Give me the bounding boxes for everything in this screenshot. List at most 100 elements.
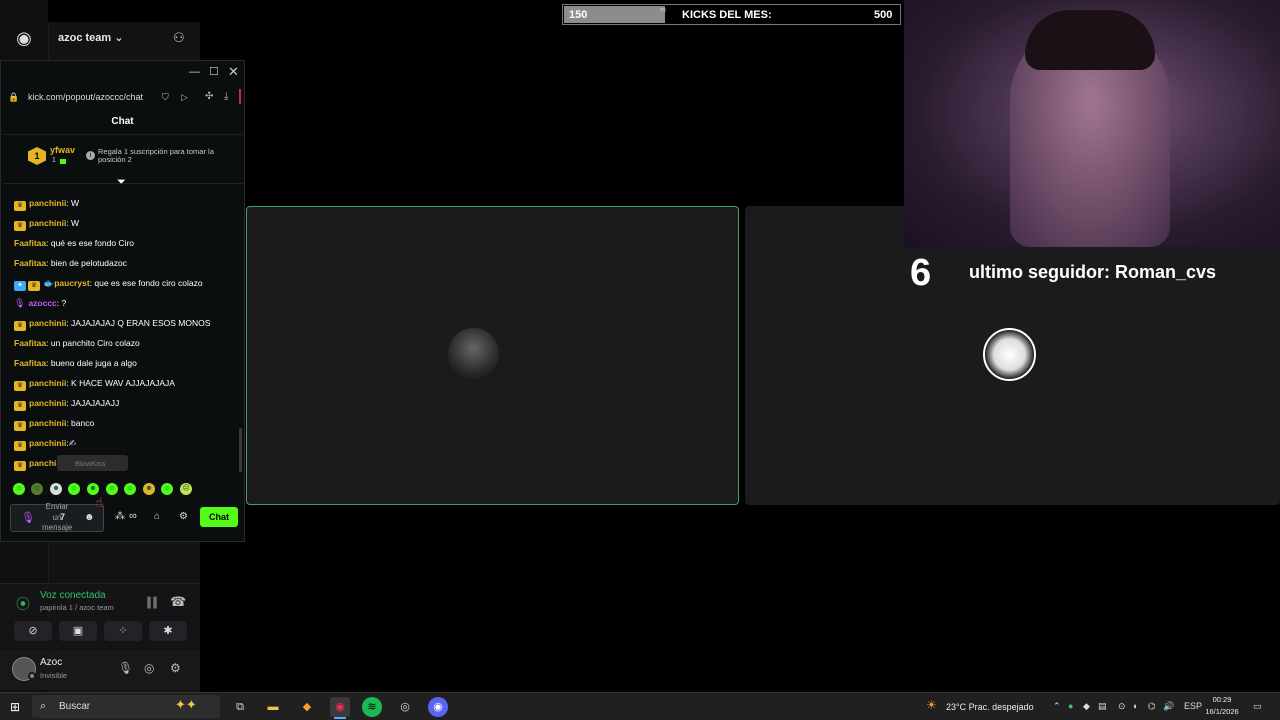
gear-icon[interactable]: ⚙ [179,511,188,522]
chat-username[interactable]: Faafitaa [14,258,46,268]
network-icon[interactable]: ⌬ [1148,701,1156,712]
chat-text: : banco [66,418,95,428]
scrollbar[interactable] [239,428,242,472]
camera-off-button[interactable]: ⊘ [14,621,52,641]
chat-text: : K HACE WAV AJJAJAJAJA [66,378,175,388]
chat-message: Faafitaa: bueno dale juga a algo [14,358,137,368]
tray-app-icon[interactable]: ▤ [1098,701,1107,712]
maximize-icon[interactable]: ☐ [209,65,219,78]
chat-username[interactable]: panchinii [29,418,66,428]
chat-username[interactable]: Faafitaa [14,338,46,348]
language-indicator[interactable]: ESP [1184,701,1202,711]
tray-app-icon[interactable]: ◆ [1083,701,1090,712]
weather-icon[interactable]: ☀ [926,698,937,712]
weather-text[interactable]: 23°C Prac. despejado [946,702,1034,712]
chevron-up-icon[interactable]: ⌃ [1053,701,1061,712]
gear-icon[interactable]: ⚙ [170,661,181,675]
chat-username[interactable]: azoccc [28,298,56,308]
subscriber-badge-icon: ♛ [14,461,26,471]
emote-icon[interactable]: ☺ [13,483,25,495]
chrome-icon[interactable]: ◎ [395,697,415,717]
close-icon[interactable]: ✕ [228,64,239,80]
tray-app-icon[interactable]: ● [1068,701,1073,711]
chat-username[interactable]: panchinii [29,438,66,448]
tray-app-icon[interactable]: ⊙ [1118,701,1126,712]
emote-icon[interactable]: ☺ [68,483,80,495]
chat-text: : JAJAJAJAJ Q ERAN ESOS MONOS [66,318,211,328]
user-status: Invisible [40,671,68,680]
chat-input-placeholder[interactable]: Enviar un mensaje [42,502,72,534]
kicks-current: 150 [569,9,588,21]
chat-message: ♛panchinii: ✍ [14,438,76,451]
emoji-icon[interactable]: ☻ [84,512,95,523]
subscriber-badge-icon: ♛ [14,421,26,431]
emote-icon[interactable]: ◘ [31,483,43,495]
disconnect-icon[interactable]: ☎ [170,594,186,610]
user-name[interactable]: Azoc [40,657,62,668]
add-member-icon[interactable]: ⚇ [173,30,185,46]
notification-icon[interactable]: ▭ [1253,701,1262,712]
microphone-icon[interactable]: 🎙 [21,511,35,524]
extensions-icon[interactable]: ✣ [205,91,213,102]
windows-start-icon[interactable]: ⊞ [10,700,20,714]
chat-message: ♛ panchinii: JAJAJAJAJ Q ERAN ESOS MONOS [14,318,210,331]
search-placeholder[interactable]: Buscar [59,701,90,712]
emote-icon[interactable]: ☻ [50,483,62,495]
store-icon[interactable]: ⌂ [154,511,160,522]
chat-username[interactable]: Faafitaa [14,238,46,248]
chat-username[interactable]: panchinii [29,378,66,388]
emote-icon[interactable]: ☻ [143,483,155,495]
obs-icon[interactable]: ◉ [330,697,350,717]
chat-title: Chat [111,116,134,127]
microphone-icon[interactable]: 🎙 [118,661,133,675]
emote-icon[interactable]: ☺ [106,483,118,495]
play-icon[interactable]: ▷ [181,92,188,103]
chat-username[interactable]: panchinii [29,398,66,408]
send-chat-button[interactable]: Chat [200,507,238,527]
chat-message: Faafitaa: qué es ese fondo Ciro [14,238,134,248]
soundboard-button[interactable]: ✱ [149,621,187,641]
chat-username[interactable]: panchinii [29,218,66,228]
discord-icon[interactable]: ◉ [428,697,448,717]
volume-icon[interactable]: 🔊 [1163,701,1174,712]
signal-icon[interactable]: ⦿ [16,594,30,614]
screen-share-button[interactable]: ▣ [59,621,97,641]
minimize-icon[interactable]: — [189,66,200,78]
chat-username[interactable]: panchinii [29,318,66,328]
voice-channel[interactable]: papirola 1 / azoc team [40,603,114,612]
server-name[interactable]: azoc team ⌄ [58,31,123,44]
discord-icon[interactable]: ◉ [12,26,36,50]
noise-suppression-icon[interactable]: ∥∥ [146,595,158,609]
info-icon[interactable]: i [86,151,95,160]
active-indicator [334,717,346,719]
lock-icon[interactable]: 🔒 [8,92,19,103]
points-icon[interactable]: ⁂ [115,511,125,522]
activities-button[interactable]: ⁘ [104,621,142,641]
emote-icon[interactable]: ☺ [124,483,136,495]
subscriber-badge-icon: ♛ [28,281,40,291]
chat-username[interactable]: Faafitaa [14,358,46,368]
status-badge [28,672,36,680]
emote-icon[interactable]: ☺ [161,483,173,495]
clock-date[interactable]: 16/1/2026 [1202,707,1242,716]
address-bar[interactable]: kick.com/popout/azoccc/chat [28,92,143,102]
tray-app-icon[interactable]: ◐ [1133,701,1138,711]
7tv-icon[interactable]: 7 [60,512,65,522]
file-explorer-icon[interactable]: ▬ [263,697,283,717]
infinity-icon[interactable]: ∞ [129,510,137,522]
headphones-icon[interactable]: ◎ [144,661,154,675]
chevron-down-icon[interactable]: ⏷ [117,176,126,189]
spotify-icon[interactable]: ≋ [362,697,382,717]
chat-text: : qué es ese fondo Ciro [46,238,135,248]
fl-studio-icon[interactable]: ◆ [297,697,317,717]
clock-time[interactable]: 00:29 [1207,695,1237,704]
shield-icon[interactable]: ⛉ [162,92,169,103]
emote-icon[interactable]: ☹ [180,483,192,495]
task-view-icon[interactable]: ⧉ [230,697,250,717]
leaderboard-user[interactable]: yfwav [50,145,75,155]
chat-text: : bueno dale juga a algo [46,358,137,368]
chat-username[interactable]: panchinii [29,198,66,208]
chat-username[interactable]: paucryst [54,278,89,288]
download-icon[interactable]: ⤓ [224,91,228,102]
avatar [983,328,1036,381]
